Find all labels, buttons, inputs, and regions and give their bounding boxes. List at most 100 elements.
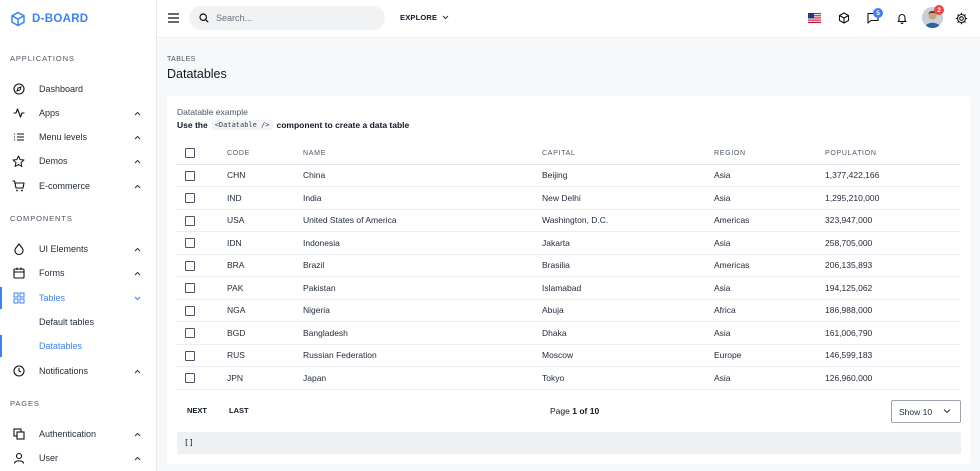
sidebar-subitem-datatables[interactable]: Datatables [0, 335, 156, 357]
explore-dropdown[interactable]: EXPLORE [400, 13, 449, 22]
cell-code: BGD [227, 321, 303, 345]
sidebar-item-label: Tables [39, 293, 66, 303]
next-button[interactable]: NEXT [187, 406, 207, 415]
copy-icon [12, 428, 25, 441]
row-checkbox[interactable] [185, 170, 195, 181]
table-row[interactable]: USA United States of America Washington, D… [175, 209, 961, 232]
select-all-checkbox[interactable] [185, 148, 195, 159]
cell-name: Nigeria [303, 299, 542, 322]
cell-name: Indonesia [303, 231, 542, 255]
chevron-up-icon [133, 430, 141, 438]
datatable-card: Datatable example Use the <Datatable /> … [167, 96, 970, 464]
header-population[interactable]: POPULATION [825, 143, 961, 165]
sidebar-item-label: UI Elements [39, 244, 89, 254]
cell-code: BRA [227, 254, 303, 277]
sidebar-item-user[interactable]: User [0, 447, 156, 469]
row-checkbox[interactable] [185, 238, 195, 249]
active-indicator [0, 287, 2, 309]
sidebar-subitem-label: Default tables [39, 317, 95, 327]
sidebar-item-demos[interactable]: Demos [0, 150, 156, 172]
header-capital[interactable]: CAPITAL [542, 143, 714, 165]
droplet-icon [12, 242, 25, 256]
sidebar: D-BOARD APPLICATIONS Dashboard Apps Menu… [0, 0, 157, 471]
header-code[interactable]: CODE [227, 143, 303, 165]
page-current: 1 [572, 406, 577, 416]
cell-capital: Islamabad [542, 276, 714, 300]
chevron-down-icon [943, 409, 951, 414]
sidebar-item-label: Forms [39, 268, 65, 278]
box-icon[interactable] [837, 11, 851, 25]
card-subtitle: Datatable example [177, 107, 248, 117]
page-size-value: Show 10 [899, 406, 933, 417]
cell-capital: Beijing [542, 164, 714, 187]
cell-code: CHN [227, 164, 303, 187]
chevron-up-icon [133, 245, 141, 253]
page-of: of [579, 406, 588, 416]
search-box[interactable] [189, 6, 385, 30]
sidebar-item-forms[interactable]: Forms [0, 262, 156, 284]
page-size-select[interactable]: Show 10 [891, 400, 961, 423]
table-row[interactable]: BRA Brazil Brasilia Americas 206,135,893 [175, 254, 961, 277]
row-checkbox[interactable] [185, 193, 195, 204]
row-checkbox[interactable] [185, 215, 195, 226]
sidebar-item-apps[interactable]: Apps [0, 102, 156, 124]
search-input[interactable] [216, 13, 366, 23]
last-button[interactable]: LAST [229, 406, 249, 415]
cell-code: IDN [227, 231, 303, 255]
row-checkbox-cell [175, 254, 227, 277]
table-row[interactable]: PAK Pakistan Islamabad Asia 194,125,062 [175, 276, 961, 300]
row-checkbox-cell [175, 299, 227, 322]
cell-capital: Abuja [542, 299, 714, 322]
gear-icon[interactable] [954, 11, 968, 25]
bell-icon[interactable] [895, 11, 909, 25]
sidebar-item-ui-elements[interactable]: UI Elements [0, 238, 156, 260]
table-row[interactable]: JPN Japan Tokyo Asia 126,960,000 [175, 366, 961, 390]
row-checkbox[interactable] [185, 283, 195, 294]
cell-population: 1,377,422,166 [825, 164, 961, 187]
header-name[interactable]: NAME [303, 143, 542, 165]
cell-code: IND [227, 186, 303, 210]
table-row[interactable]: IND India New Delhi Asia 1,295,210,000 [175, 186, 961, 210]
table-header-row: CODE NAME CAPITAL REGION POPULATION [175, 143, 961, 165]
sidebar-subitem-default-tables[interactable]: Default tables [0, 311, 156, 333]
sidebar-item-dashboard[interactable]: Dashboard [0, 78, 156, 100]
table-row[interactable]: NGA Nigeria Abuja Africa 186,988,000 [175, 299, 961, 322]
page-title: Datatables [167, 67, 227, 81]
page-total: 10 [589, 406, 600, 416]
row-checkbox[interactable] [185, 350, 195, 361]
table-row[interactable]: IDN Indonesia Jakarta Asia 258,705,000 [175, 231, 961, 255]
table-row[interactable]: BGD Bangladesh Dhaka Asia 161,006,790 [175, 321, 961, 345]
selection-output: [] [177, 432, 961, 454]
table-row[interactable]: RUS Russian Federation Moscow Europe 146,599… [175, 344, 961, 367]
row-checkbox-cell [175, 321, 227, 345]
sidebar-item-label: Dashboard [39, 84, 84, 94]
sidebar-item-menu-levels[interactable]: Menu levels [0, 126, 156, 148]
row-checkbox[interactable] [185, 260, 195, 271]
sidebar-item-label: Apps [39, 108, 60, 118]
row-checkbox[interactable] [185, 305, 195, 316]
sidebar-item-notifications[interactable]: Notifications [0, 360, 156, 382]
us-flag-icon[interactable] [808, 13, 821, 23]
header-region[interactable]: REGION [714, 143, 825, 165]
cell-population: 323,947,000 [825, 209, 961, 232]
cell-name: China [303, 164, 542, 187]
sidebar-item-authentication[interactable]: Authentication [0, 423, 156, 445]
row-checkbox-cell [175, 366, 227, 390]
hamburger-menu-icon[interactable] [168, 13, 179, 23]
table-row[interactable]: CHN China Beijing Asia 1,377,422,166 [175, 164, 961, 187]
star-icon [12, 155, 25, 168]
row-checkbox-cell [175, 276, 227, 300]
row-checkbox[interactable] [185, 328, 195, 339]
cart-icon [12, 180, 25, 193]
cell-population: 126,960,000 [825, 366, 961, 390]
cell-code: JPN [227, 366, 303, 390]
brand[interactable]: D-BOARD [10, 9, 88, 29]
cell-code: USA [227, 209, 303, 232]
cell-name: Japan [303, 366, 542, 390]
cell-capital: Jakarta [542, 231, 714, 255]
row-checkbox[interactable] [185, 373, 195, 384]
sidebar-item-tables[interactable]: Tables [0, 287, 156, 309]
cell-region: Americas [714, 254, 825, 277]
sidebar-item-e-commerce[interactable]: E-commerce [0, 175, 156, 197]
calendar-icon [12, 267, 25, 280]
